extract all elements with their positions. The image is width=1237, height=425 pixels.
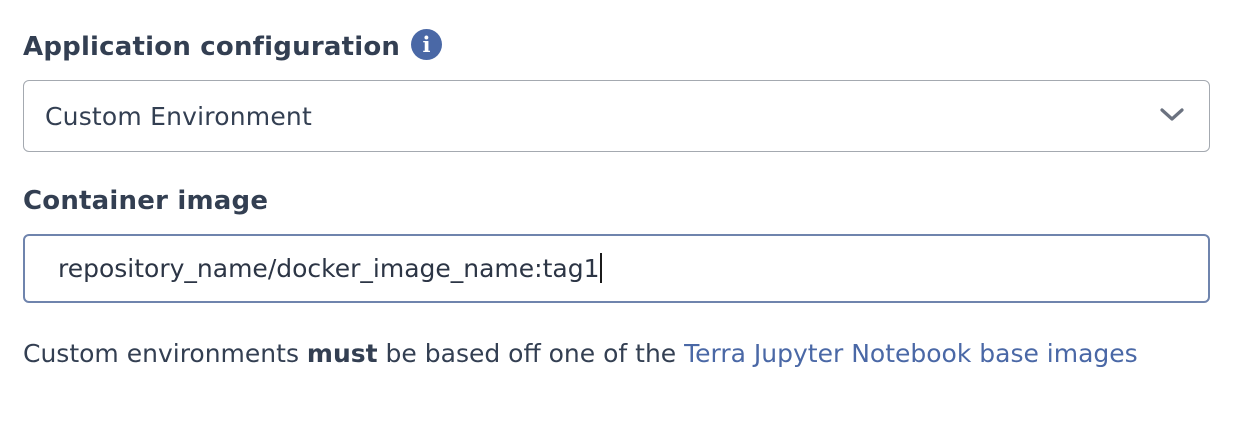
terra-base-images-link[interactable]: Terra Jupyter Notebook base images (684, 339, 1138, 368)
container-image-text: repository_name/docker_image_name:tag1 (58, 254, 600, 283)
chevron-down-icon[interactable] (1159, 105, 1185, 125)
app-config-form: Application configuration i Custom Envir… (0, 0, 1237, 425)
info-icon[interactable]: i (411, 29, 442, 60)
text-caret (600, 253, 603, 283)
help-emphasis: must (306, 339, 378, 368)
container-image-label: Container image (23, 186, 269, 216)
container-image-input[interactable]: repository_name/docker_image_name:tag1 (23, 234, 1210, 303)
application-configuration-select[interactable]: Custom Environment (23, 80, 1210, 152)
select-value: Custom Environment (45, 102, 312, 131)
help-prefix: Custom environments (23, 339, 307, 368)
help-text: Custom environments must be based off on… (23, 338, 1213, 370)
help-middle: be based off one of the (377, 339, 685, 368)
application-configuration-label: Application configuration (23, 32, 401, 62)
container-image-value[interactable]: repository_name/docker_image_name:tag1 (58, 252, 603, 286)
